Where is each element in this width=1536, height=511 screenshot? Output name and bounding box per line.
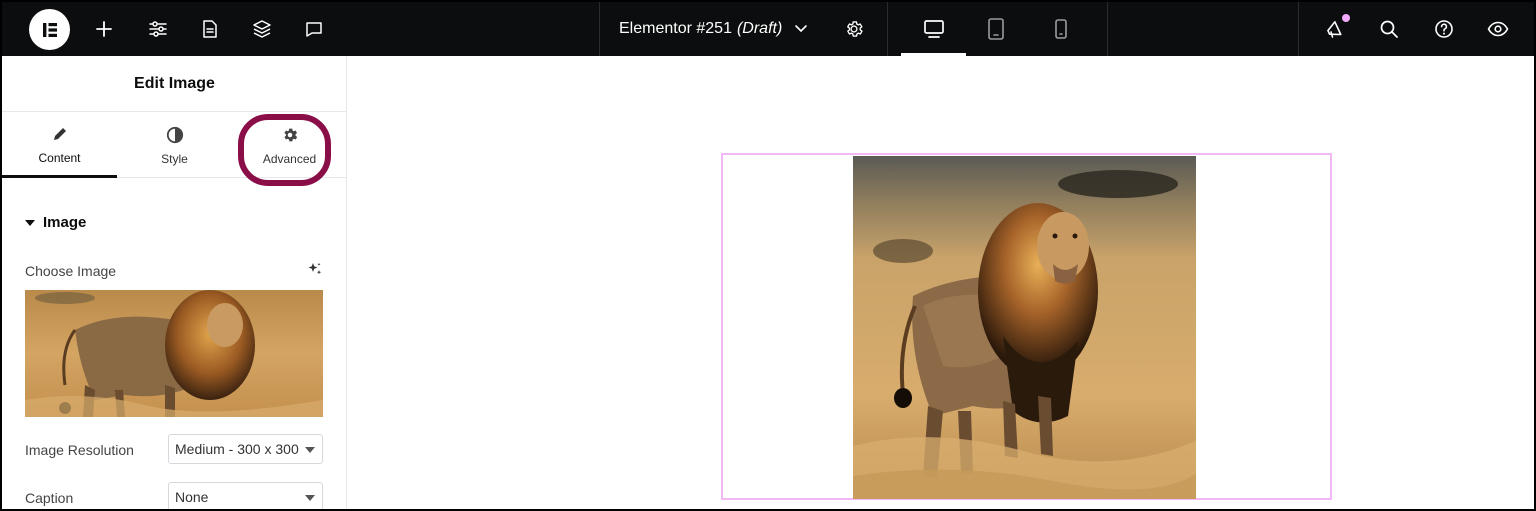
structure-button[interactable] bbox=[246, 2, 278, 56]
caption-label: Caption bbox=[25, 490, 74, 506]
structure-layers-icon bbox=[253, 20, 271, 38]
divider bbox=[887, 2, 888, 56]
preview-canvas bbox=[347, 56, 1534, 509]
document-name: Elementor #251 bbox=[619, 20, 732, 37]
editor-window: Elementor #251 (Draft) Edit Image Conten… bbox=[2, 2, 1534, 509]
lion-image[interactable] bbox=[853, 156, 1196, 499]
search-icon bbox=[1380, 20, 1398, 38]
caption-select[interactable]: None bbox=[168, 482, 323, 509]
site-settings-icon bbox=[149, 21, 167, 37]
editor-panel: Edit Image Content Style Advanced Image … bbox=[2, 56, 347, 509]
elementor-logo-icon[interactable] bbox=[29, 9, 70, 50]
top-bar: Elementor #251 (Draft) bbox=[2, 2, 1534, 56]
search-button[interactable] bbox=[1373, 2, 1405, 56]
comments-icon bbox=[306, 22, 322, 37]
whats-new-button[interactable] bbox=[1320, 2, 1352, 56]
mobile-view-button[interactable] bbox=[1045, 2, 1077, 56]
mobile-icon bbox=[1055, 19, 1067, 39]
site-settings-button[interactable] bbox=[142, 2, 174, 56]
caption-value: None bbox=[175, 489, 209, 505]
divider bbox=[1107, 2, 1108, 56]
chevron-down-icon bbox=[795, 25, 808, 33]
section-title: Image bbox=[43, 214, 87, 231]
image-resolution-label: Image Resolution bbox=[25, 442, 134, 458]
gear-icon bbox=[283, 128, 297, 142]
help-icon bbox=[1435, 20, 1453, 38]
page-settings-button[interactable] bbox=[194, 2, 226, 56]
tab-advanced[interactable]: Advanced bbox=[232, 112, 347, 178]
panel-tabs: Content Style Advanced bbox=[2, 112, 347, 178]
document-settings-button[interactable] bbox=[838, 2, 870, 56]
tab-advanced-label: Advanced bbox=[262, 152, 317, 166]
tab-content-label: Content bbox=[38, 150, 81, 165]
tab-content[interactable]: Content bbox=[2, 112, 117, 178]
pencil-icon bbox=[53, 127, 66, 140]
help-button[interactable] bbox=[1428, 2, 1460, 56]
document-title[interactable]: Elementor #251 (Draft) bbox=[619, 2, 808, 56]
notification-dot bbox=[1342, 14, 1350, 22]
ai-sparkle-icon[interactable] bbox=[308, 262, 322, 281]
desktop-icon bbox=[923, 20, 944, 38]
comments-button[interactable] bbox=[298, 2, 330, 56]
tablet-icon bbox=[988, 18, 1004, 40]
chevron-down-icon bbox=[305, 495, 315, 501]
image-section-toggle[interactable]: Image bbox=[25, 214, 86, 231]
panel-title: Edit Image bbox=[2, 56, 347, 112]
image-thumbnail[interactable] bbox=[25, 290, 323, 417]
caret-down-icon bbox=[25, 219, 35, 226]
divider bbox=[599, 2, 600, 56]
choose-image-label: Choose Image bbox=[25, 263, 117, 279]
desktop-view-button[interactable] bbox=[901, 2, 966, 56]
divider bbox=[1298, 2, 1299, 56]
page-icon bbox=[203, 20, 217, 38]
add-element-button[interactable] bbox=[88, 2, 120, 56]
preview-eye-icon bbox=[1487, 21, 1509, 37]
tablet-view-button[interactable] bbox=[980, 2, 1012, 56]
image-resolution-value: Medium - 300 x 300 bbox=[175, 441, 299, 457]
contrast-circle-icon bbox=[166, 126, 183, 144]
gear-icon bbox=[847, 21, 863, 37]
chevron-down-icon bbox=[305, 447, 315, 453]
tab-style[interactable]: Style bbox=[117, 112, 232, 178]
preview-button[interactable] bbox=[1482, 2, 1514, 56]
document-status: (Draft) bbox=[736, 20, 783, 37]
image-resolution-select[interactable]: Medium - 300 x 300 bbox=[168, 434, 323, 464]
add-icon bbox=[96, 21, 112, 37]
tab-style-label: Style bbox=[161, 152, 188, 166]
